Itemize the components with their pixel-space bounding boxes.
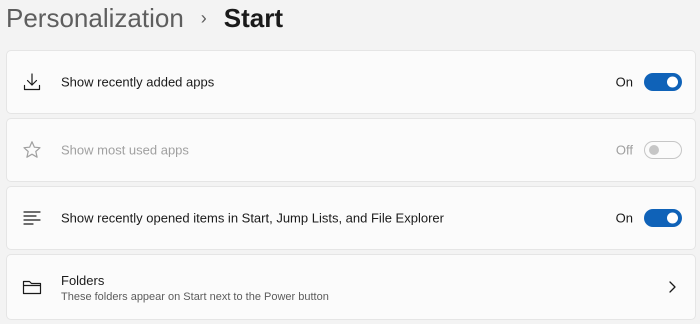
toggle-state-text: On [615,210,633,226]
settings-page: Personalization › Start Show recently ad… [0,0,700,324]
page-title: Start [223,3,284,33]
folders-text: Folders These folders appear on Start ne… [61,272,329,305]
breadcrumb-personalization[interactable]: Personalization [6,0,184,36]
recently-opened-items-toggle[interactable] [644,209,682,227]
folders-title: Folders [61,273,105,288]
setting-row-recently-opened-items: Show recently opened items in Start, Jum… [6,186,696,250]
toggle-knob [667,76,678,88]
toggle-state-text: On [615,74,633,90]
toggle-knob [649,145,659,155]
breadcrumb: Personalization › Start [6,0,283,36]
download-icon [21,71,43,93]
setting-label: Show recently added apps [61,74,215,90]
setting-label: Show most used apps [61,142,189,158]
list-icon [21,207,43,229]
setting-row-recently-added-apps: Show recently added apps On [6,50,696,114]
chevron-right-icon [667,280,677,294]
setting-label: Show recently opened items in Start, Jum… [61,210,444,226]
most-used-apps-toggle[interactable] [644,141,682,159]
toggle-state-text: Off [615,142,633,158]
setting-row-most-used-apps: Show most used apps Off [6,118,696,182]
recently-added-apps-toggle[interactable] [644,73,682,91]
setting-row-folders[interactable]: Folders These folders appear on Start ne… [6,254,696,320]
folders-description: These folders appear on Start next to th… [61,291,329,303]
folder-icon [21,276,43,298]
star-icon [21,139,43,161]
breadcrumb-separator-icon: › [200,8,207,28]
toggle-knob [667,212,678,224]
